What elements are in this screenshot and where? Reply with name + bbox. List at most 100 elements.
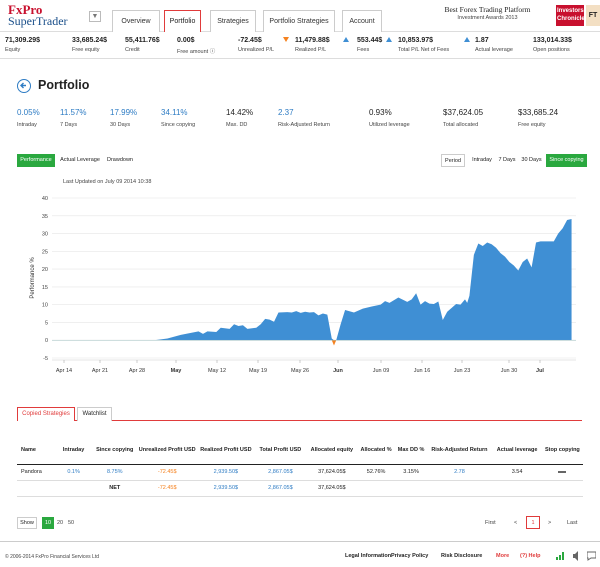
x-tick-label: Jun 09 (373, 368, 390, 374)
first-page-button[interactable]: First (485, 518, 496, 528)
next-page-button[interactable]: > (548, 518, 551, 528)
col-stop-copying: Stop copying (541, 436, 583, 465)
tab-portfolio-strategies[interactable]: Portfolio Strategies (263, 10, 335, 32)
stat-unrealized-pl: -72.45$ Unrealized P/L (238, 37, 275, 53)
y-axis-label: Performance % (30, 257, 36, 299)
y-tick-label: 40 (42, 196, 48, 202)
x-tick-label: Apr 14 (56, 368, 72, 374)
award-subtitle: Investment Awards 2013 (457, 15, 518, 21)
x-tick-label: Jun 16 (414, 368, 431, 374)
net-label: NET (93, 480, 137, 497)
prev-page-button[interactable]: < (514, 518, 517, 528)
y-tick-label: -5 (43, 356, 48, 362)
tab-portfolio[interactable]: Portfolio (164, 10, 201, 32)
logo-line2: SuperTrader (8, 14, 68, 28)
cell-max-dd: 3.15% (395, 464, 427, 481)
view-actual-leverage-button[interactable]: Actual Leverage (57, 154, 103, 167)
copied-strategies-table: Name Intraday Since copying Unrealized P… (17, 436, 583, 497)
help-link[interactable]: (?) Help (520, 553, 540, 559)
x-tick-label: May 12 (208, 368, 226, 374)
kpi-risk-adjusted-return: 2.37 Risk-Adjusted Return (278, 108, 330, 128)
kpi-total-allocated: $37,624.05 Total allocated (443, 108, 484, 128)
stop-dash-icon[interactable] (558, 470, 567, 473)
kpi-free-equity: $33,685.24 Free equity (518, 108, 559, 128)
last-updated-text: Last Updated on July 09 2014 10:38 (63, 179, 152, 185)
tab-account[interactable]: Account (342, 10, 382, 32)
chat-icon[interactable] (587, 551, 596, 561)
x-tick-label: Jul (536, 368, 544, 374)
y-tick-label: 25 (42, 249, 48, 255)
col-allocated-equity: Allocated equity (307, 436, 357, 465)
net-unrealized: -72.45$ (136, 480, 199, 497)
cell-allocated-pct: 52.76% (356, 464, 396, 481)
cell-total: 2,867.05$ (253, 464, 308, 481)
last-page-button[interactable]: Last (567, 518, 577, 528)
col-intraday: Intraday (54, 436, 94, 465)
stat-realized-pl: 11,479.88$ Realized P/L (295, 37, 330, 53)
col-name: Name (17, 436, 55, 465)
drawdown-negative-area (331, 340, 337, 346)
period-since-copying-button[interactable]: Since copying (546, 154, 587, 167)
col-realized-profit: Realized Profit USD (198, 436, 254, 465)
y-tick-label: 10 (42, 303, 48, 309)
cell-actual-leverage: 3.54 (492, 464, 542, 481)
page-size-20-button[interactable]: 20 (57, 518, 63, 528)
stat-free-equity: 33,685.24$ Free equity (72, 37, 108, 53)
page-size-50-button[interactable]: 50 (68, 518, 74, 528)
risk-disclosure-link[interactable]: Risk Disclosure (441, 553, 482, 559)
table-header-row: Name Intraday Since copying Unrealized P… (17, 436, 583, 465)
page-size-10-button[interactable]: 10 (42, 517, 54, 529)
period-7-days-button[interactable]: 7 Days (496, 154, 518, 167)
view-drawdown-button[interactable]: Drawdown (104, 154, 136, 167)
cell-realized: 2,939.50$ (198, 464, 254, 481)
ft-logo: FT (586, 5, 600, 26)
kpi-max-dd: 14.42% Max. DD (226, 108, 254, 128)
show-label: Show (17, 517, 37, 529)
tab-copied-strategies[interactable]: Copied Strategies (17, 407, 75, 421)
x-tick-label: Jun (333, 368, 343, 374)
period-30-days-button[interactable]: 30 Days (518, 154, 545, 167)
stat-credit: 55,411.76$ Credit (125, 37, 160, 53)
performance-chart: -5 0 5 10 15 20 25 30 35 40 Performance % Apr 14 Apr… (30, 196, 576, 374)
col-risk-adjusted-return: Risk-Adjusted Return (426, 436, 493, 465)
back-arrow-icon[interactable] (17, 79, 31, 93)
cell-intraday: 0.1% (54, 464, 94, 481)
col-max-dd: Max DD % (395, 436, 427, 465)
y-tick-label: 30 (42, 232, 48, 238)
top-bar: FxPro SuperTrader ▼ Overview Portfolio S… (0, 0, 600, 32)
net-allocated-equity: 37,624.05$ (307, 480, 357, 497)
x-tick-label: May 19 (249, 368, 267, 374)
x-tick-label: Apr 21 (92, 368, 108, 374)
cell-name[interactable]: Pandora (17, 464, 55, 481)
tab-watchlist[interactable]: Watchlist (77, 407, 112, 421)
y-tick-label: 5 (45, 320, 48, 326)
kpi-7-days: 11.57% 7 Days (60, 108, 87, 128)
copied-strategies-tabs: Copied Strategies Watchlist (17, 407, 582, 421)
period-intraday-button[interactable]: Intraday (468, 154, 496, 167)
stat-open-positions: 133,014.33$ Open positions (533, 37, 572, 53)
table-row[interactable]: Pandora 0.1% 8.75% -72.45$ 2,939.50$ 2,8… (17, 464, 583, 481)
up-triangle-icon (464, 37, 470, 42)
stat-actual-leverage: 1.87 Actual leverage (475, 37, 513, 53)
x-tick-label: Jun 30 (501, 368, 518, 374)
cell-stop-copying[interactable] (541, 464, 583, 481)
tab-overview[interactable]: Overview (112, 10, 160, 32)
platform-dropdown-button[interactable]: ▼ (89, 11, 101, 22)
current-page-button[interactable]: 1 (526, 516, 540, 529)
stat-total-pl: 10,853.97$ Total P/L Net of Fees (398, 37, 450, 53)
kpi-utilized-leverage: 0.93% Utilized leverage (369, 108, 410, 128)
more-link[interactable]: More (496, 553, 509, 559)
view-performance-button[interactable]: Performance (17, 154, 55, 167)
privacy-policy-link[interactable]: Privacy Policy (391, 553, 428, 559)
kpi-since-copying: 34.11% Since copying (161, 108, 196, 128)
y-tick-label: 15 (42, 285, 48, 291)
speaker-icon[interactable] (573, 551, 582, 561)
legal-information-link[interactable]: Legal Information (345, 553, 391, 559)
tab-strategies[interactable]: Strategies (210, 10, 256, 32)
kpi-intraday: 0.05% Intraday (17, 108, 40, 128)
investors-chronicle-logo: Investors Chronicle (556, 5, 585, 26)
x-tick-label: May (171, 368, 183, 374)
award-banner: Best Forex Trading Platform Investment A… (425, 5, 550, 21)
cell-allocated-equity: 37,624.05$ (307, 464, 357, 481)
y-tick-label: 35 (42, 214, 48, 220)
